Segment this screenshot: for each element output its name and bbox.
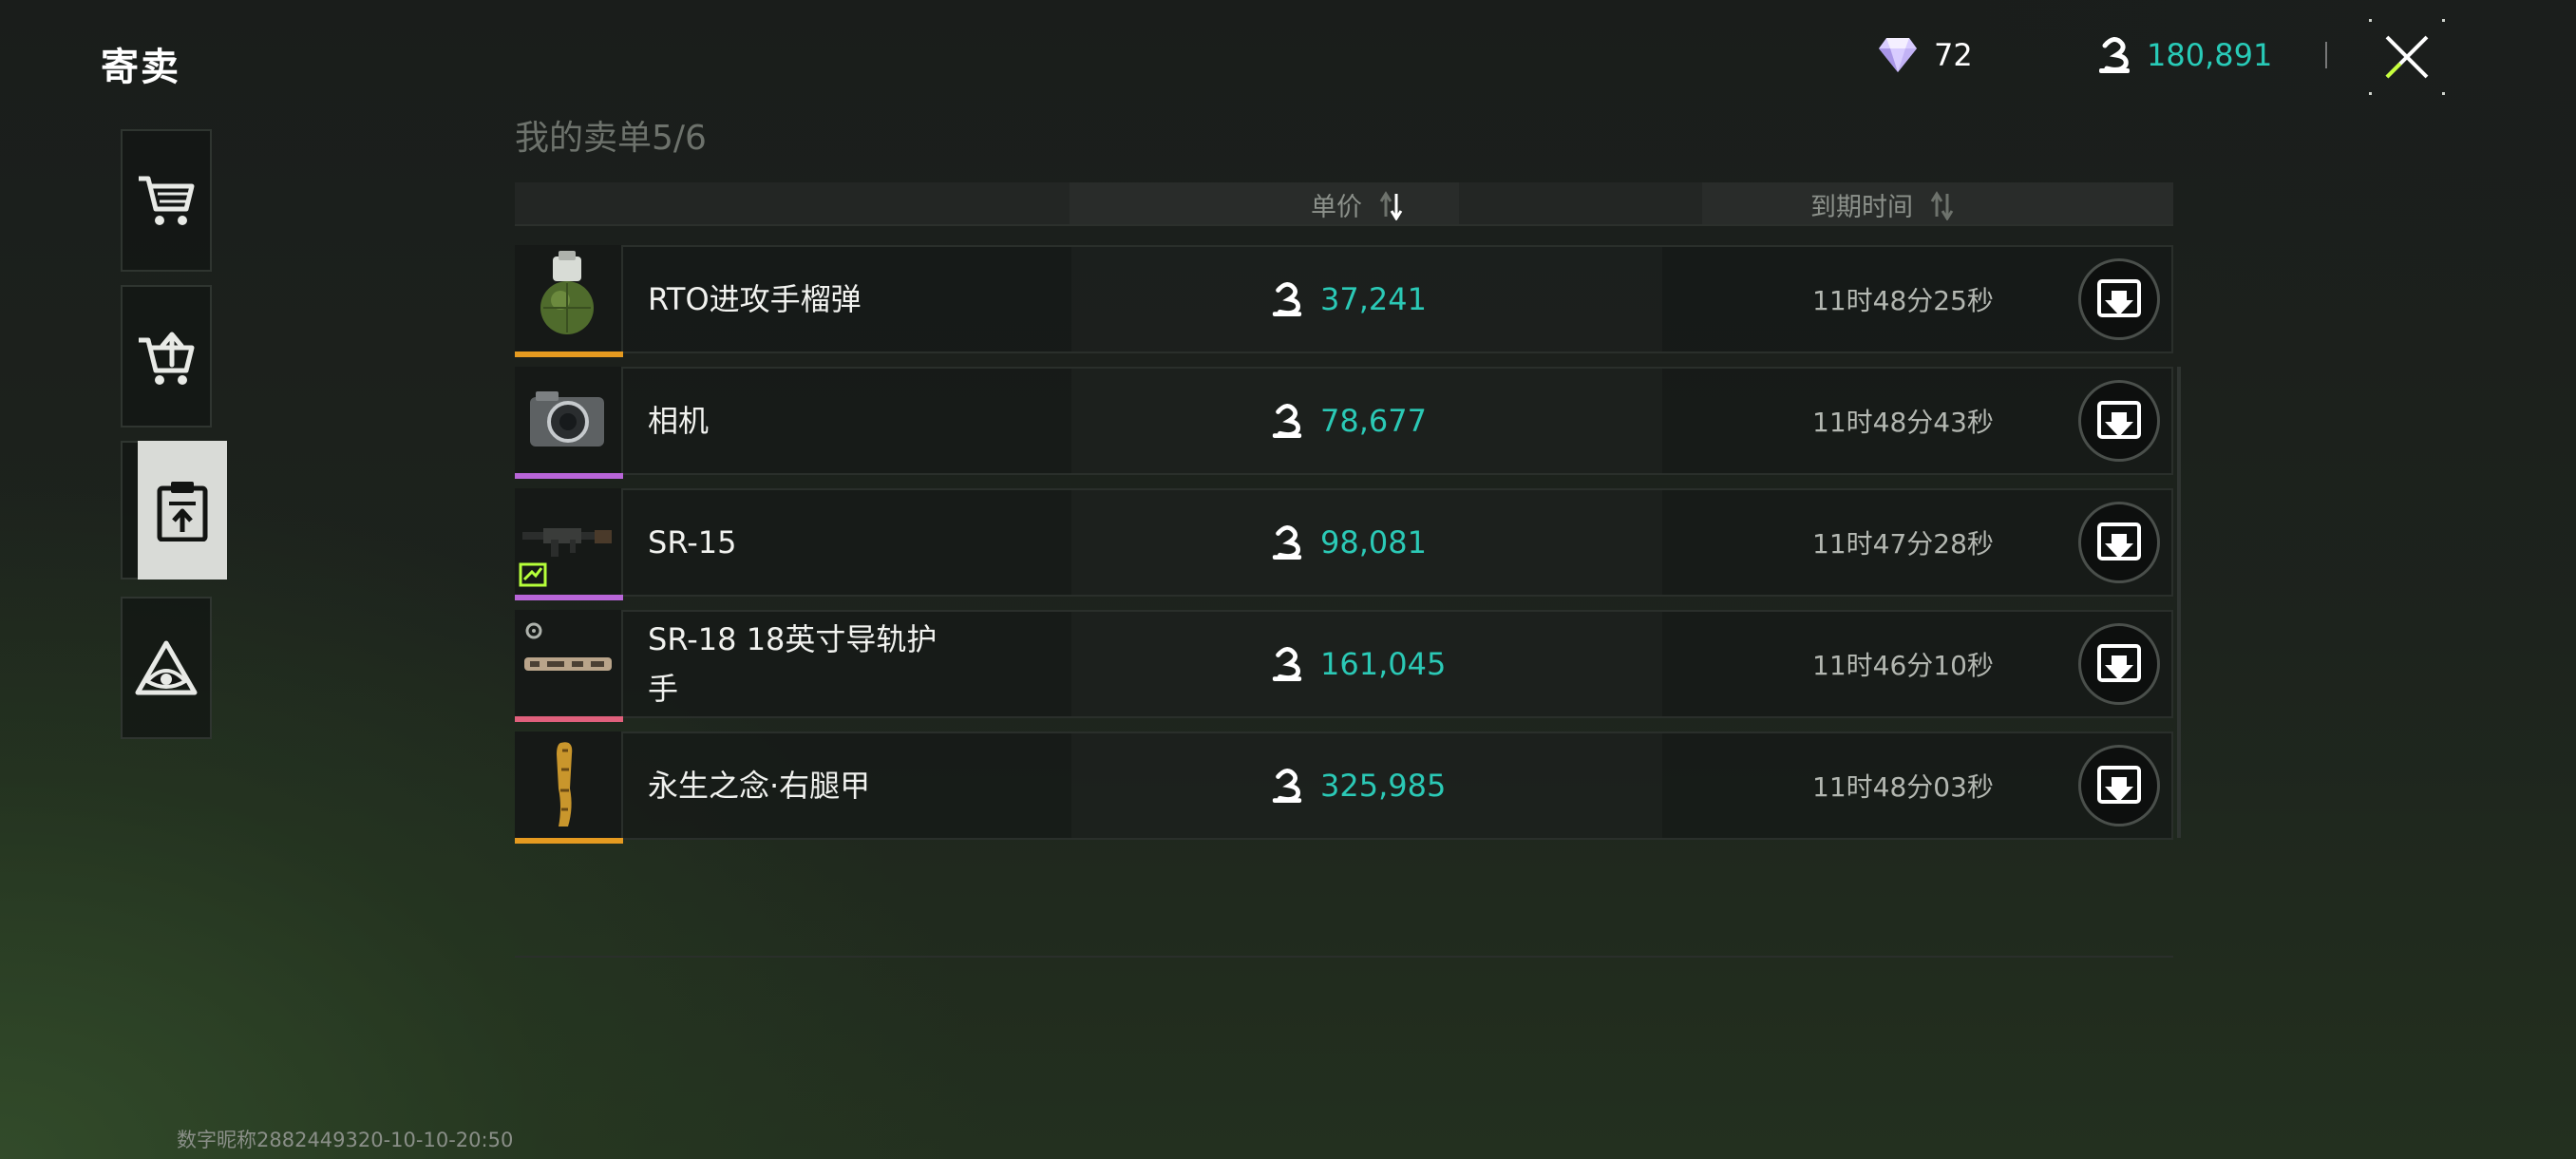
diamond-count: 72 bbox=[1934, 37, 1973, 73]
sort-icon bbox=[1930, 190, 1954, 220]
diamond-balance: 72 bbox=[1877, 32, 1973, 78]
listing-row[interactable]: SR-15 98,081 11时47分28秒 bbox=[515, 488, 2173, 600]
download-icon bbox=[2097, 644, 2141, 682]
download-icon bbox=[2097, 279, 2141, 317]
item-name: SR-18 18英寸导轨护手 bbox=[648, 621, 938, 707]
delist-button[interactable] bbox=[2078, 258, 2160, 340]
item-price: 325,985 bbox=[1271, 733, 1446, 838]
coin-count: 180,891 bbox=[2147, 37, 2273, 73]
item-price: 98,081 bbox=[1271, 490, 1427, 595]
listing-row[interactable]: 永生之念·右腿甲 325,985 11时48分03秒 bbox=[515, 732, 2173, 844]
close-icon bbox=[2385, 35, 2429, 79]
expire-time: 11时48分25秒 bbox=[1812, 285, 1994, 316]
coin-balance: 180,891 bbox=[2097, 32, 2272, 78]
download-icon bbox=[2097, 766, 2141, 804]
rarity-bar bbox=[515, 838, 623, 844]
sidebar-item-sell[interactable] bbox=[121, 285, 212, 428]
sort-icon bbox=[1379, 190, 1403, 220]
download-icon bbox=[2097, 522, 2141, 560]
header-divider bbox=[2325, 42, 2327, 68]
rifle-icon bbox=[519, 528, 612, 587]
expire-column-label: 到期时间 bbox=[1810, 193, 1913, 222]
item-name: 永生之念·右腿甲 bbox=[648, 768, 871, 804]
item-thumbnail bbox=[515, 367, 623, 479]
item-price: 37,241 bbox=[1271, 247, 1427, 352]
coin-icon bbox=[1272, 769, 1302, 803]
sidebar-item-other[interactable] bbox=[121, 597, 212, 739]
clipboard-upload-icon bbox=[157, 482, 208, 542]
list-bottom-divider bbox=[515, 956, 2173, 958]
download-icon bbox=[2097, 401, 2141, 439]
price-value: 98,081 bbox=[1320, 524, 1427, 560]
expire-time: 11时46分10秒 bbox=[1812, 650, 1994, 681]
sort-price-button[interactable]: 单价 bbox=[1311, 186, 1404, 223]
item-price: 161,045 bbox=[1271, 612, 1446, 716]
expire-time: 11时48分43秒 bbox=[1812, 407, 1994, 438]
price-value: 78,677 bbox=[1320, 403, 1427, 439]
item-thumbnail bbox=[515, 488, 623, 600]
expire-time: 11时47分28秒 bbox=[1812, 528, 1994, 560]
listing-row[interactable]: SR-18 18英寸导轨护手 161,045 11时46分10秒 bbox=[515, 610, 2173, 722]
listing-row[interactable]: RTO进攻手榴弹 37,241 11时48分25秒 bbox=[515, 245, 2173, 357]
grenade-icon bbox=[540, 251, 594, 334]
coin-icon bbox=[1272, 647, 1302, 681]
cart-upload-icon bbox=[139, 332, 195, 385]
handguard-icon bbox=[524, 622, 612, 671]
item-name: RTO进攻手榴弹 bbox=[648, 281, 862, 317]
coin-icon bbox=[1272, 525, 1302, 560]
listing-row[interactable]: 相机 78,677 11时48分43秒 bbox=[515, 367, 2173, 479]
sidebar-item-my-listings[interactable] bbox=[121, 441, 227, 580]
price-value: 161,045 bbox=[1320, 646, 1447, 682]
sidebar-item-buy[interactable] bbox=[121, 129, 212, 272]
watermark: 数字昵称2882449320-10-10-20:50 bbox=[177, 1129, 514, 1151]
rarity-bar bbox=[515, 595, 623, 600]
price-column-label: 单价 bbox=[1311, 193, 1362, 222]
column-header: 单价 到期时间 bbox=[515, 182, 2173, 226]
leg-armor-icon bbox=[557, 742, 573, 826]
cart-icon bbox=[139, 176, 195, 225]
sort-expire-button[interactable]: 到期时间 bbox=[1810, 186, 1955, 223]
item-thumbnail bbox=[515, 610, 623, 722]
rarity-bar bbox=[515, 352, 623, 357]
page-title: 寄卖 bbox=[101, 46, 180, 89]
camera-icon bbox=[530, 391, 604, 446]
price-value: 325,985 bbox=[1320, 768, 1447, 804]
expire-time: 11时48分03秒 bbox=[1812, 771, 1994, 803]
price-value: 37,241 bbox=[1320, 281, 1427, 317]
scrollbar[interactable] bbox=[2177, 367, 2181, 838]
rarity-bar bbox=[515, 716, 623, 722]
delist-button[interactable] bbox=[2078, 502, 2160, 583]
close-button[interactable] bbox=[2369, 19, 2445, 95]
item-name: SR-15 bbox=[648, 524, 737, 560]
rarity-bar bbox=[515, 473, 623, 479]
delist-button[interactable] bbox=[2078, 745, 2160, 826]
delist-button[interactable] bbox=[2078, 380, 2160, 462]
coin-icon bbox=[1272, 282, 1302, 316]
diamond-icon bbox=[1879, 38, 1917, 72]
item-thumbnail bbox=[515, 245, 623, 357]
triangle-eye-icon bbox=[135, 640, 198, 695]
item-name: 相机 bbox=[648, 403, 710, 439]
item-thumbnail bbox=[515, 732, 623, 844]
item-price: 78,677 bbox=[1271, 369, 1427, 473]
listings-title: 我的卖单5/6 bbox=[515, 119, 707, 158]
coin-icon bbox=[2099, 37, 2130, 73]
delist-button[interactable] bbox=[2078, 623, 2160, 705]
coin-icon bbox=[1272, 404, 1302, 438]
